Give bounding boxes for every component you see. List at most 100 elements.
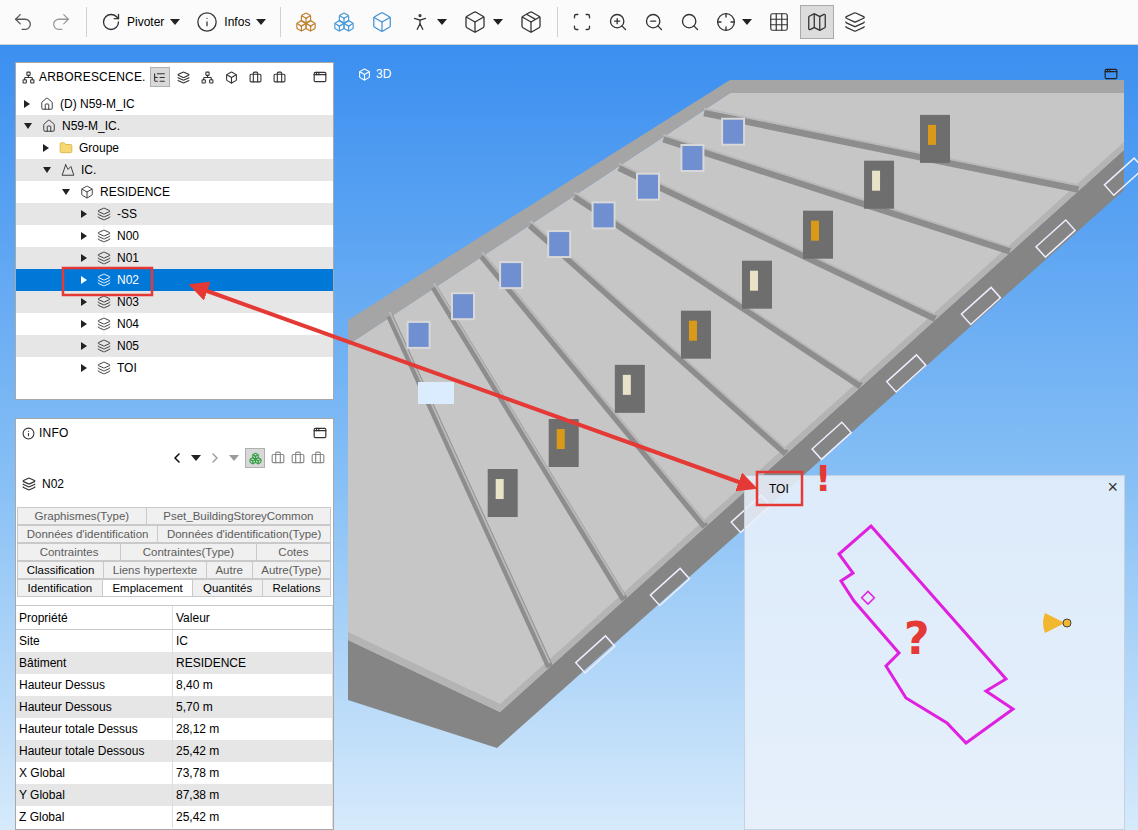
tree-mode-button[interactable] bbox=[198, 67, 218, 87]
history-caret-icon[interactable] bbox=[191, 455, 201, 461]
table-row[interactable]: Hauteur totale Dessus28,12 m bbox=[16, 718, 333, 740]
tree-mode-button[interactable] bbox=[270, 67, 290, 87]
undo-icon bbox=[12, 11, 34, 33]
table-row[interactable]: X Global73,78 m bbox=[16, 762, 333, 784]
tree-item[interactable]: N02 bbox=[16, 269, 333, 291]
zoom-in-button[interactable] bbox=[602, 5, 634, 39]
workspace: ARBORESCENCE.(D) N59-M_ICN59-M_IC.Groupe… bbox=[0, 45, 1138, 830]
maximize-icon[interactable] bbox=[313, 70, 327, 84]
property-tab[interactable]: Données d'identification(Type) bbox=[157, 525, 331, 543]
back-icon[interactable] bbox=[169, 450, 185, 466]
table-row[interactable]: SiteIC bbox=[16, 630, 333, 652]
column-header[interactable]: Valeur bbox=[173, 606, 333, 629]
expand-arrow-icon[interactable] bbox=[81, 320, 87, 328]
briefcase-icon[interactable] bbox=[291, 451, 305, 465]
expand-arrow-icon[interactable] bbox=[24, 123, 32, 129]
tree-item[interactable]: N05 bbox=[16, 335, 333, 357]
maximize-icon[interactable] bbox=[313, 426, 327, 440]
expand-arrow-icon[interactable] bbox=[81, 276, 87, 284]
redo-button[interactable] bbox=[44, 5, 78, 39]
selected-element: N02 bbox=[16, 469, 333, 499]
layers-button[interactable] bbox=[838, 5, 872, 39]
tree-item[interactable]: N04 bbox=[16, 313, 333, 335]
property-tab[interactable]: Graphismes(Type) bbox=[17, 507, 147, 525]
info-button[interactable]: Infos bbox=[190, 5, 272, 39]
property-tab[interactable]: Classification bbox=[17, 561, 104, 579]
tree-mode-button[interactable] bbox=[174, 67, 194, 87]
section-button[interactable] bbox=[513, 5, 549, 39]
tree-item[interactable]: Groupe bbox=[16, 137, 333, 159]
tree-item[interactable]: N59-M_IC. bbox=[16, 115, 333, 137]
grid-icon bbox=[768, 11, 790, 33]
tree-item[interactable]: IC. bbox=[16, 159, 333, 181]
dropdown-caret-icon bbox=[256, 19, 266, 25]
table-row[interactable]: Y Global87,38 m bbox=[16, 784, 333, 806]
map-view-button[interactable] bbox=[800, 5, 834, 39]
property-tab[interactable]: Contraintes bbox=[17, 543, 121, 561]
tree-item-label: TOI bbox=[117, 361, 137, 375]
property-tab[interactable]: Autre(Type) bbox=[252, 561, 331, 579]
property-tab[interactable]: Contraintes(Type) bbox=[120, 543, 257, 561]
maximize-icon[interactable] bbox=[1104, 67, 1118, 81]
table-row[interactable]: BâtimentRESIDENCE bbox=[16, 652, 333, 674]
table-row[interactable]: Hauteur Dessous5,70 m bbox=[16, 696, 333, 718]
table-cell: X Global bbox=[16, 762, 173, 784]
dropdown-caret-icon bbox=[170, 19, 180, 25]
project-icon bbox=[42, 119, 56, 133]
tree-mode-button[interactable] bbox=[222, 67, 242, 87]
tree-item[interactable]: N03 bbox=[16, 291, 333, 313]
briefcase-icon[interactable] bbox=[271, 451, 285, 465]
expand-arrow-icon[interactable] bbox=[43, 144, 49, 152]
property-tab[interactable]: Liens hypertexte bbox=[103, 561, 207, 579]
zoom-out-button[interactable] bbox=[638, 5, 670, 39]
expand-arrow-icon[interactable] bbox=[43, 167, 51, 173]
property-tab[interactable]: Pset_BuildingStoreyCommon bbox=[146, 507, 331, 525]
walk-button[interactable] bbox=[403, 5, 453, 39]
property-tab[interactable]: Relations bbox=[262, 579, 331, 597]
expand-arrow-icon[interactable] bbox=[24, 100, 30, 108]
history-caret-icon[interactable] bbox=[229, 455, 239, 461]
expand-arrow-icon[interactable] bbox=[81, 364, 87, 372]
property-tab[interactable]: Autre bbox=[206, 561, 253, 579]
tree-item[interactable]: -SS bbox=[16, 203, 333, 225]
column-header[interactable]: Propriété bbox=[16, 606, 173, 629]
tree-item[interactable]: (D) N59-M_IC bbox=[16, 93, 333, 115]
property-tab[interactable]: Cotes bbox=[256, 543, 331, 561]
undo-button[interactable] bbox=[6, 5, 40, 39]
briefcase-icon[interactable] bbox=[311, 451, 325, 465]
grid-button[interactable] bbox=[762, 5, 796, 39]
expand-arrow-icon[interactable] bbox=[81, 298, 87, 306]
expand-arrow-icon[interactable] bbox=[81, 254, 87, 262]
expand-arrow-icon[interactable] bbox=[81, 210, 87, 218]
show-button[interactable] bbox=[365, 5, 399, 39]
table-row[interactable]: Z Global25,42 m bbox=[16, 806, 333, 828]
tree-item[interactable]: N01 bbox=[16, 247, 333, 269]
table-row[interactable]: Hauteur Dessus8,40 m bbox=[16, 674, 333, 696]
pan-button[interactable] bbox=[710, 5, 758, 39]
project-icon bbox=[40, 97, 54, 111]
minimap[interactable]: TOI× bbox=[744, 475, 1125, 830]
property-tab[interactable]: Quantités bbox=[192, 579, 262, 597]
rotate-button[interactable]: Pivoter bbox=[95, 5, 186, 39]
hide-button[interactable] bbox=[327, 5, 361, 39]
tree-item[interactable]: RESIDENCE bbox=[16, 181, 333, 203]
expand-arrow-icon[interactable] bbox=[81, 342, 87, 350]
expand-arrow-icon[interactable] bbox=[81, 232, 87, 240]
zoom-window-button[interactable] bbox=[674, 5, 706, 39]
tree-item[interactable]: TOI bbox=[16, 357, 333, 379]
table-cell: IC bbox=[173, 630, 333, 652]
tree-item[interactable]: N00 bbox=[16, 225, 333, 247]
property-tab[interactable]: Emplacement bbox=[102, 579, 194, 597]
table-row[interactable]: Hauteur totale Dessous25,42 m bbox=[16, 740, 333, 762]
property-tab[interactable]: Données d'identification bbox=[17, 525, 158, 543]
minimap-close-button[interactable]: × bbox=[1103, 476, 1122, 498]
forward-icon[interactable] bbox=[207, 450, 223, 466]
expand-arrow-icon[interactable] bbox=[62, 189, 70, 195]
tree-mode-button[interactable] bbox=[150, 67, 170, 87]
view-cube-button[interactable] bbox=[457, 5, 509, 39]
property-tab[interactable]: Identification bbox=[17, 579, 103, 597]
isolate-button[interactable] bbox=[289, 5, 323, 39]
zoom-extents-button[interactable] bbox=[566, 5, 598, 39]
select-mode-button[interactable] bbox=[245, 448, 265, 468]
tree-mode-button[interactable] bbox=[246, 67, 266, 87]
